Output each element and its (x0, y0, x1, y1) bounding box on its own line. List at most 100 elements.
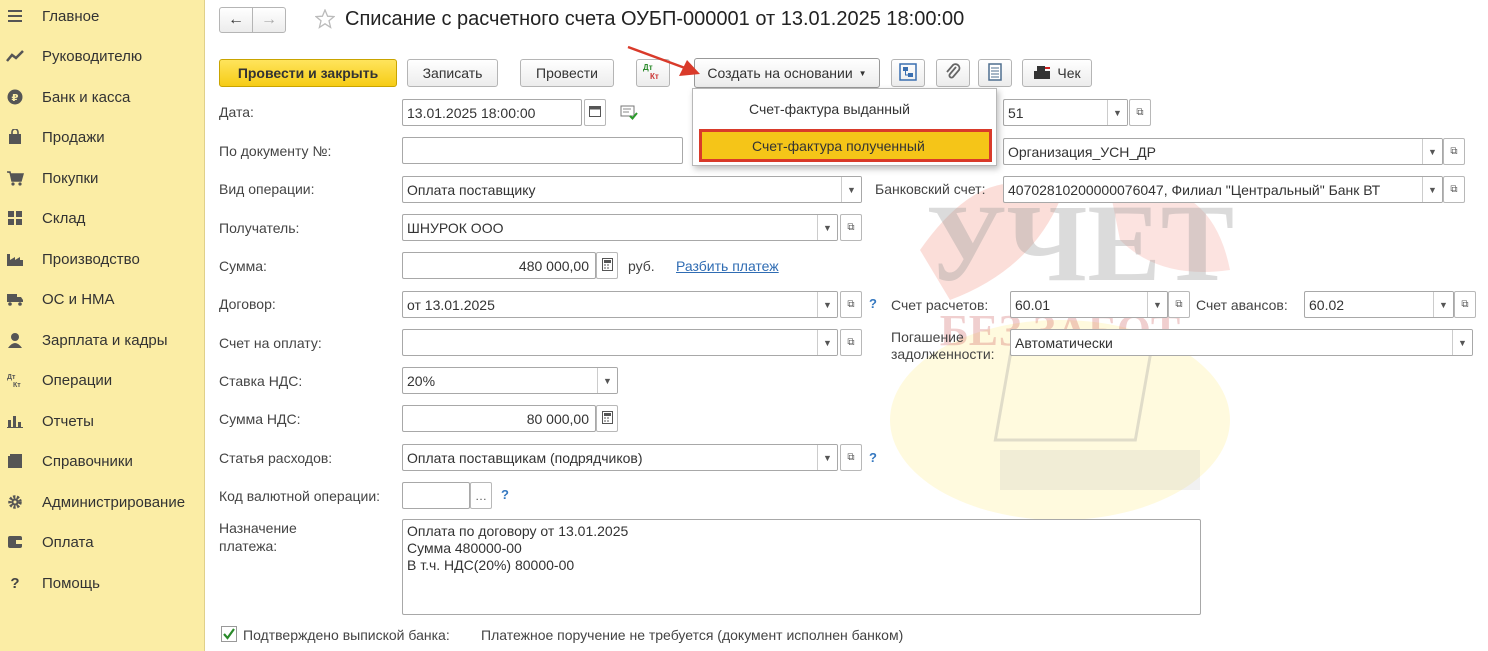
save-button[interactable]: Записать (407, 59, 498, 87)
chevron-down-icon[interactable]: ▼ (1422, 177, 1442, 202)
docnum-label: По документу №: (219, 143, 332, 159)
chevron-down-icon[interactable]: ▼ (1433, 292, 1453, 317)
print-button[interactable] (978, 59, 1012, 87)
create-based-on-button[interactable]: Создать на основании ▼ (694, 58, 880, 88)
menu-item-invoice-issued[interactable]: Счет-фактура выданный (693, 92, 996, 126)
debt-repayment-select[interactable]: Автоматически ▼ (1010, 329, 1473, 356)
contract-value: от 13.01.2025 (407, 296, 495, 313)
vat-amount-input[interactable]: 80 000,00 (402, 405, 596, 432)
chevron-down-icon[interactable]: ▼ (817, 445, 837, 470)
chevron-down-icon[interactable]: ▼ (817, 330, 837, 355)
sidebar-item-sales[interactable]: Продажи (0, 117, 205, 157)
sidebar-item-payment[interactable]: Оплата (0, 522, 205, 562)
structure-button[interactable] (891, 59, 925, 87)
sidebar-item-label: Администрирование (42, 493, 186, 511)
currency-op-input[interactable] (402, 482, 470, 509)
attach-button[interactable] (936, 59, 970, 87)
contract-select[interactable]: от 13.01.2025 ▼ (402, 291, 838, 318)
bank-account-select[interactable]: 40702810200000076047, Филиал "Центральны… (1003, 176, 1443, 203)
sidebar-item-salary[interactable]: Зарплата и кадры (0, 320, 205, 360)
organization-open-button[interactable]: ⧉ (1443, 138, 1465, 165)
expense-open-button[interactable]: ⧉ (840, 444, 862, 471)
sidebar-item-label: Банк и касса (42, 88, 131, 106)
settle-account-select[interactable]: 60.01 ▼ (1010, 291, 1168, 318)
chevron-down-icon[interactable]: ▼ (1147, 292, 1167, 317)
sidebar-item-bank[interactable]: ₽ Банк и касса (0, 77, 205, 117)
shopping-bag-icon (6, 128, 24, 146)
contract-help-icon[interactable]: ? (869, 296, 877, 311)
bank-confirmed-checkbox[interactable] (221, 626, 237, 642)
account-value: 51 (1008, 104, 1024, 121)
account-select[interactable]: 51 ▼ (1003, 99, 1128, 126)
sidebar-item-reports[interactable]: Отчеты (0, 401, 205, 441)
invoice-open-button[interactable]: ⧉ (840, 329, 862, 356)
sidebar-item-warehouse[interactable]: Склад (0, 198, 205, 238)
calculator-button[interactable] (596, 252, 618, 279)
sidebar-item-purchases[interactable]: Покупки (0, 158, 205, 198)
chevron-down-icon[interactable]: ▼ (1422, 139, 1442, 164)
contract-open-button[interactable]: ⧉ (840, 291, 862, 318)
debit-credit-icon: Дт Кт (6, 371, 24, 389)
back-button[interactable]: ← (219, 7, 253, 33)
docnum-input[interactable] (402, 137, 683, 164)
recipient-select[interactable]: ШНУРОК ООО ▼ (402, 214, 838, 241)
sidebar-item-production[interactable]: Производство (0, 239, 205, 279)
chevron-down-icon[interactable]: ▼ (817, 215, 837, 240)
vat-rate-select[interactable]: 20% ▼ (402, 367, 618, 394)
favorite-star-icon[interactable] (314, 8, 337, 31)
books-icon (6, 452, 24, 470)
sidebar-item-manager[interactable]: Руководителю (0, 36, 205, 76)
post-button[interactable]: Провести (520, 59, 614, 87)
chevron-down-icon[interactable]: ▼ (597, 368, 617, 393)
chevron-down-icon[interactable]: ▼ (1452, 330, 1472, 355)
chevron-down-icon[interactable]: ▼ (1107, 100, 1127, 125)
sidebar-item-help[interactable]: ? Помощь (0, 563, 205, 603)
settle-account-open-button[interactable]: ⧉ (1168, 291, 1190, 318)
sidebar-item-operations[interactable]: Дт Кт Операции (0, 360, 205, 400)
page-title: Списание с расчетного счета ОУБП-000001 … (345, 8, 965, 30)
forward-button[interactable]: → (252, 7, 286, 33)
menu-item-invoice-received[interactable]: Счет-фактура полученный (699, 129, 992, 162)
account-open-button[interactable]: ⧉ (1129, 99, 1151, 126)
optype-label: Вид операции: (219, 181, 315, 197)
sidebar-item-admin[interactable]: Администрирование (0, 482, 205, 522)
document-form: УЧЕТ БЕЗ ЗАБОТ ← → Списание с расчетного… (205, 0, 1488, 651)
optype-value: Оплата поставщику (407, 181, 536, 198)
split-payment-link[interactable]: Разбить платеж (676, 258, 779, 274)
svg-text:Дт: Дт (7, 374, 16, 381)
currency-op-help-icon[interactable]: ? (501, 487, 509, 502)
create-based-on-menu: Счет-фактура выданный Счет-фактура получ… (692, 88, 997, 166)
optype-select[interactable]: Оплата поставщику ▼ (402, 176, 862, 203)
chevron-down-icon[interactable]: ▼ (841, 177, 861, 202)
advance-account-open-button[interactable]: ⧉ (1454, 291, 1476, 318)
bank-confirmed-label: Подтверждено выпиской банка: (243, 627, 450, 643)
sidebar-item-assets[interactable]: ОС и НМА (0, 279, 205, 319)
debt-repayment-value: Автоматически (1015, 334, 1113, 351)
sidebar-item-label: Руководителю (42, 47, 143, 65)
receipt-button[interactable]: Чек (1022, 59, 1092, 87)
calendar-button[interactable] (584, 99, 606, 126)
validate-icon[interactable] (620, 104, 638, 123)
settle-account-label: Счет расчетов: (891, 297, 989, 313)
wallet-icon (6, 533, 24, 551)
amount-input[interactable]: 480 000,00 (402, 252, 596, 279)
chevron-down-icon[interactable]: ▼ (817, 292, 837, 317)
currency-op-select-button[interactable]: … (470, 482, 492, 509)
recipient-open-button[interactable]: ⧉ (840, 214, 862, 241)
date-input[interactable]: 13.01.2025 18:00:00 (402, 99, 582, 126)
invoice-select[interactable]: ▼ (402, 329, 838, 356)
expense-value: Оплата поставщикам (подрядчиков) (407, 449, 643, 466)
expense-select[interactable]: Оплата поставщикам (подрядчиков) ▼ (402, 444, 838, 471)
expense-help-icon[interactable]: ? (869, 450, 877, 465)
organization-select[interactable]: Организация_УСН_ДР ▼ (1003, 138, 1443, 165)
sidebar-item-label: Склад (42, 209, 86, 227)
post-and-close-button[interactable]: Провести и закрыть (219, 59, 397, 87)
truck-icon (6, 290, 24, 308)
bank-account-open-button[interactable]: ⧉ (1443, 176, 1465, 203)
calculator-button[interactable] (596, 405, 618, 432)
sidebar-item-main[interactable]: Главное (0, 0, 205, 36)
advance-account-select[interactable]: 60.02 ▼ (1304, 291, 1454, 318)
date-label: Дата: (219, 104, 254, 120)
sidebar-item-catalogs[interactable]: Справочники (0, 441, 205, 481)
purpose-textarea[interactable]: Оплата по договору от 13.01.2025 Сумма 4… (402, 519, 1201, 615)
